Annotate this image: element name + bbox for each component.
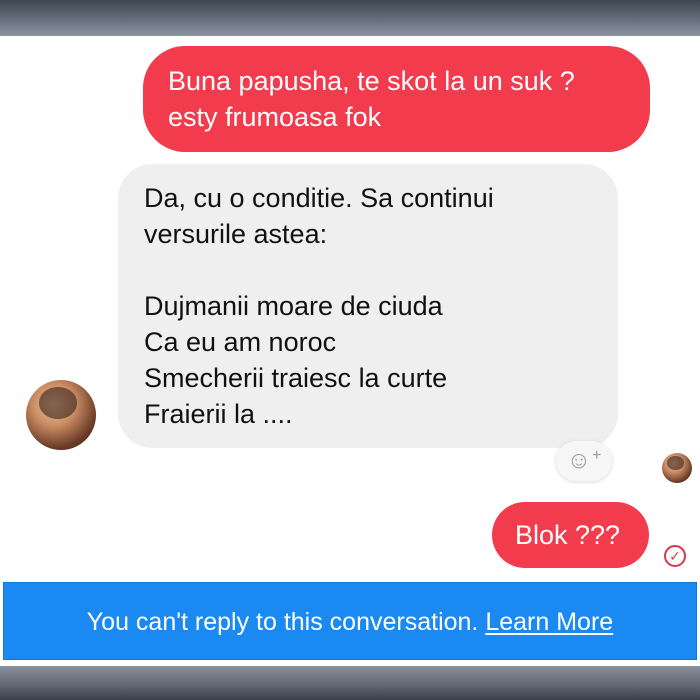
outgoing-message-2[interactable]: Blok ??? (492, 502, 649, 568)
message-line: esty frumoasa fok (168, 102, 382, 132)
message-line: Blok ??? (515, 520, 621, 550)
message-line: Smecherii traiesc la curte (144, 363, 448, 393)
message-line: Buna papusha, te skot la un suk ? (168, 66, 575, 96)
contact-avatar[interactable] (26, 380, 96, 450)
message-line: versurile astea: (144, 219, 328, 249)
messenger-screenshot: Buna papusha, te skot la un suk ? esty f… (0, 0, 700, 700)
message-line: Da, cu o conditie. Sa continui (144, 183, 494, 213)
message-line: Fraierii la .... (144, 399, 293, 429)
photo-frame-bottom (0, 666, 700, 700)
cannot-reply-banner: You can't reply to this conversation. Le… (3, 582, 697, 660)
banner-text: You can't reply to this conversation. (86, 608, 486, 636)
learn-more-link[interactable]: Learn More (485, 608, 613, 636)
read-receipt-avatar (662, 453, 692, 483)
check-circle-icon: ✓ (664, 545, 686, 567)
outgoing-message-1[interactable]: Buna papusha, te skot la un suk ? esty f… (143, 46, 650, 152)
incoming-message[interactable]: Da, cu o conditie. Sa continui versurile… (118, 164, 618, 448)
smiley-icon: ☺ (566, 447, 592, 474)
add-reaction-button[interactable]: ☺+ (556, 441, 612, 481)
message-line: Ca eu am noroc (144, 327, 337, 357)
plus-icon: + (592, 447, 602, 464)
message-line: Dujmanii moare de ciuda (144, 291, 443, 321)
photo-frame-top (0, 0, 700, 36)
